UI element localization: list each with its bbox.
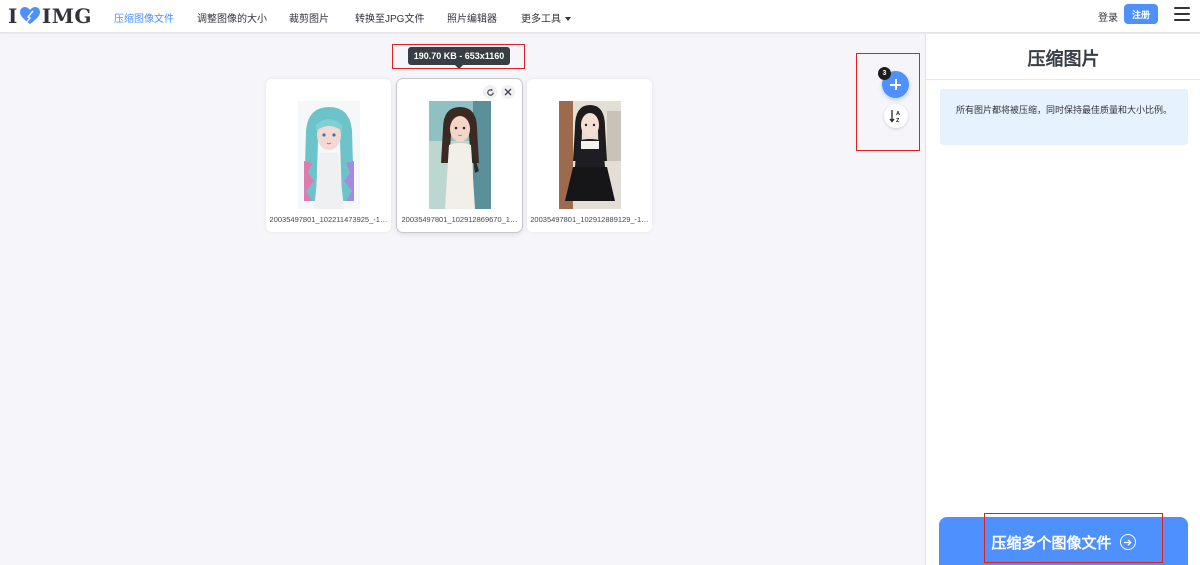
svg-text:Z: Z [896,118,900,123]
sort-alpha-icon: A Z [889,110,900,123]
file-name: 20035497801_102912889129_-1… [530,215,649,224]
rotate-icon[interactable] [483,85,497,99]
options-sidebar: 压缩图片 所有图片都将被压缩，同时保持最佳质量和大小比例。 [925,34,1200,565]
file-thumbnail [297,101,360,209]
divider [926,79,1200,80]
info-message: 所有图片都将被压缩，同时保持最佳质量和大小比例。 [940,89,1188,145]
logo[interactable]: I IMG [8,4,92,28]
nav-crop-image[interactable]: 裁剪图片 [289,10,329,25]
sort-az-button[interactable]: A Z [884,104,908,128]
logo-text-right: IMG [41,4,92,28]
caret-down-icon [565,17,571,21]
heart-logo-icon [19,7,40,24]
arrow-right-circle-icon [1119,534,1136,550]
nav-more-tools-label: 更多工具 [521,14,561,25]
file-thumbnail [558,101,621,209]
nav-photo-editor[interactable]: 照片编辑器 [447,10,497,25]
nav-convert-to-jpg[interactable]: 转换至JPG文件 [355,10,424,25]
file-info-tooltip: 190.70 KB - 653x1160 [408,47,510,69]
sidebar-title: 压缩图片 [1027,49,1100,69]
file-card[interactable]: 20035497801_102912869670_1… [397,79,522,232]
login-link[interactable]: 登录 [1098,9,1118,24]
nav-compress-image[interactable]: 压缩图像文件 [114,10,174,25]
svg-text:A: A [896,111,900,117]
file-name: 20035497801_102211473925_-1… [269,215,388,224]
remove-file-icon[interactable] [501,85,515,99]
nav-more-tools[interactable]: 更多工具 [521,10,571,25]
hamburger-menu-icon[interactable] [1174,7,1190,21]
file-name: 20035497801_102912869670_1… [401,215,518,224]
compress-button-label: 压缩多个图像文件 [991,534,1112,552]
file-card[interactable]: 20035497801_102912889129_-1… [527,79,652,232]
top-header: I IMG 压缩图像文件 调整图像的大小 裁剪图片 转换至JPG文件 照片编辑器… [0,0,1200,33]
compress-images-button[interactable]: 压缩多个图像文件 [939,517,1188,565]
signup-button[interactable]: 注册 [1124,4,1158,24]
file-thumbnail [428,101,491,209]
file-count-badge: 3 [878,67,891,80]
nav-resize-image[interactable]: 调整图像的大小 [197,10,267,25]
logo-text-left: I [8,4,18,28]
file-card[interactable]: 20035497801_102211473925_-1… [266,79,391,232]
